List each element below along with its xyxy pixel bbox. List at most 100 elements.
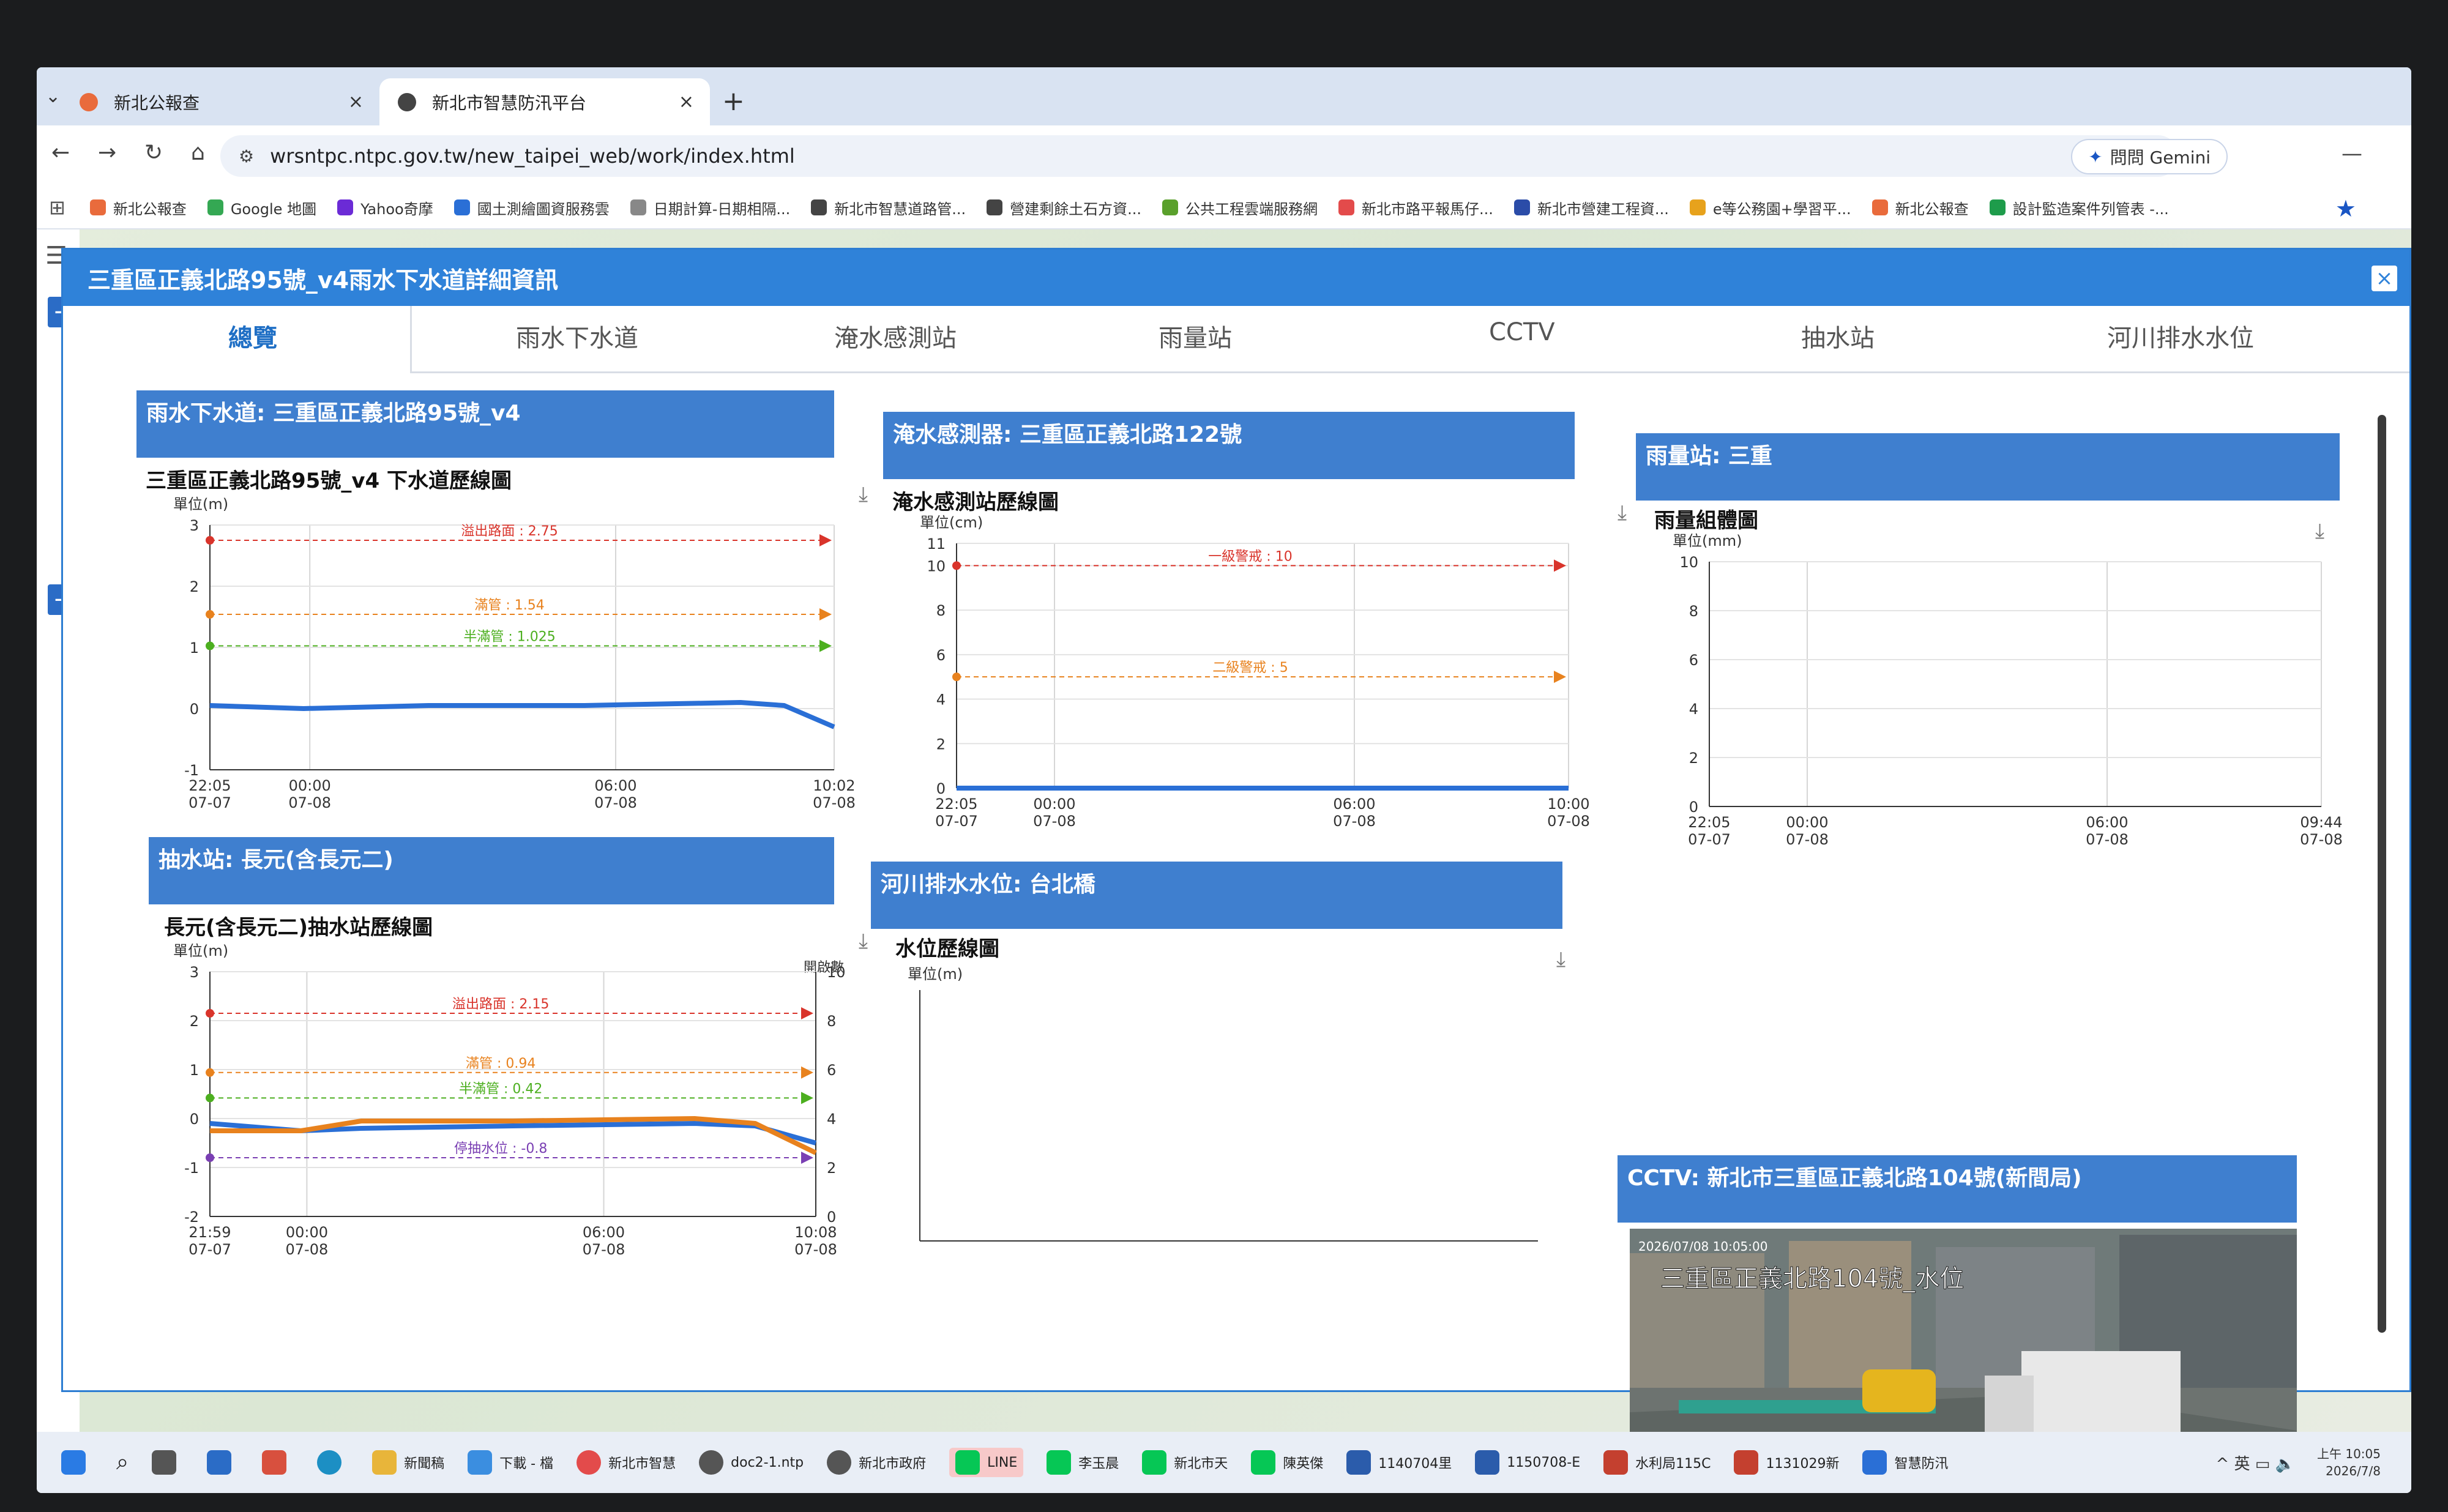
windows-taskbar: ⌕ 新聞稿 下載 - 檔 新北市智慧 doc2-1.ntp 新北市政府 LINE… (37, 1432, 2411, 1493)
taskbar-app[interactable]: 1131029新 (1734, 1450, 1839, 1475)
x-tick-label: 00:00 (1033, 795, 1075, 813)
clock-time: 上午 10:05 (2317, 1447, 2381, 1461)
taskbar-app[interactable]: 水利局115C (1603, 1450, 1711, 1475)
taskbar-app[interactable]: 1140704里 (1346, 1450, 1452, 1475)
dialog-tabs: 總覽 雨水下水道 淹水感測站 雨量站 CCTV 抽水站 河川排水水位 (63, 306, 2409, 373)
bookmark-item[interactable]: 新北市路平報馬仔... (1338, 197, 1493, 218)
site-info-icon[interactable]: ⚙ (239, 146, 254, 166)
y-tick-label: 6 (1689, 652, 1698, 669)
taskbar-app[interactable]: 新北市天 (1142, 1450, 1228, 1475)
x-tick-label: 00:00 (286, 1224, 328, 1241)
snipping-icon[interactable] (262, 1450, 294, 1475)
home-icon[interactable]: ⌂ (191, 140, 205, 165)
river-panel-header: 河川排水水位: 台北橋 (871, 862, 1562, 929)
bookmark-item[interactable]: 日期計算-日期相隔... (630, 197, 790, 218)
tab-flood-sensor[interactable]: 淹水感測站 (834, 318, 957, 354)
x-tick-date: 07-08 (2086, 831, 2129, 848)
taskbar-app[interactable]: 李玉晨 (1047, 1450, 1119, 1475)
y-tick-label: -1 (184, 762, 199, 779)
y-tick-label: 0 (190, 1111, 199, 1128)
bookmark-item[interactable]: 新北市營建工程資... (1513, 197, 1669, 218)
taskbar-app[interactable]: 陳英傑 (1251, 1450, 1323, 1475)
x-tick-date: 07-08 (583, 1241, 625, 1258)
x-tick-date: 07-07 (188, 794, 231, 811)
bookmark-item[interactable]: 國土測繪圖資服務雲 (453, 197, 610, 218)
download-icon[interactable]: ⤓ (1618, 501, 1627, 525)
y-tick-label: 2 (190, 1013, 199, 1030)
forward-arrow-icon[interactable]: → (98, 140, 116, 165)
bookmark-item[interactable]: 新北公報查 (1871, 197, 1969, 218)
close-tab-icon[interactable]: × (348, 91, 364, 113)
y2-tick-label: 8 (827, 1013, 836, 1030)
x-tick-label: 10:02 (813, 777, 855, 794)
x-tick-label: 22:05 (188, 777, 231, 794)
notepad-icon[interactable] (207, 1450, 239, 1475)
river-chart-title: 水位歷線圖 (895, 937, 999, 961)
search-icon[interactable]: ⌕ (116, 1450, 129, 1475)
apps-grid-icon[interactable]: ⊞ (49, 196, 65, 219)
tab-search-icon[interactable]: ⌄ (45, 86, 61, 107)
taskbar-app[interactable]: 新聞稿 (372, 1450, 444, 1475)
taskbar-app[interactable]: 1150708-E (1475, 1450, 1580, 1475)
reference-marker (206, 1093, 214, 1103)
y-tick-label: 8 (1689, 603, 1698, 620)
url-input[interactable]: ⚙ wrsntpc.ntpc.gov.tw/new_taipei_web/wor… (220, 135, 2179, 177)
flood-chart-title: 淹水感測站歷線圖 (892, 490, 1059, 515)
taskbar-app[interactable]: LINE (949, 1448, 1024, 1477)
bookmark-item[interactable]: 新北公報查 (89, 197, 187, 218)
close-tab-icon[interactable]: × (679, 91, 694, 113)
system-tray[interactable]: ^ 英 ▭ 🔈 (2215, 1451, 2295, 1474)
flood-panel-header: 淹水感測器: 三重區正義北路122號 (883, 412, 1575, 479)
tab-label: 新北公報查 (114, 92, 200, 113)
gemini-button[interactable]: ✦ 問問 Gemini (2071, 139, 2228, 174)
sparkle-icon: ✦ (2088, 146, 2103, 167)
minimize-button[interactable]: — (2342, 141, 2362, 166)
browser-tab-gazette[interactable]: 新北公報查 × (61, 78, 379, 125)
tab-rain-gauge[interactable]: 雨量站 (1159, 318, 1232, 354)
reload-icon[interactable]: ↻ (144, 140, 163, 165)
x-tick-label: 06:00 (1333, 795, 1375, 813)
download-icon[interactable]: ⤓ (1556, 947, 1565, 972)
taskbar-app[interactable]: doc2-1.ntp (699, 1450, 804, 1475)
taskbar-app[interactable]: 新北市智慧 (577, 1450, 676, 1475)
start-icon[interactable] (61, 1450, 93, 1475)
bookmark-item[interactable]: 新北市智慧道路管... (811, 197, 966, 218)
tab-river-level[interactable]: 河川排水水位 (2107, 318, 2254, 354)
close-dialog-button[interactable]: × (2372, 266, 2397, 291)
x-tick-date: 07-07 (1688, 831, 1731, 848)
pump-chart: 單位(m)開啟數-2-10123024681021:5907-0700:0007… (173, 942, 846, 1258)
tab-overview[interactable]: 總覽 (228, 318, 277, 354)
taskbar-clock[interactable]: 上午 10:05 2026/7/8 (2317, 1445, 2381, 1480)
sewer-panel-header: 雨水下水道: 三重區正義北路95號_v4 (136, 390, 834, 458)
bookmark-item[interactable]: Google 地圖 (207, 197, 316, 218)
bookmark-item[interactable]: 公共工程雲端服務網 (1162, 197, 1318, 218)
bookmark-star-icon[interactable]: ★ (2335, 195, 2356, 222)
browser-tab-flood-platform[interactable]: 新北市智慧防汛平台 × (379, 78, 710, 125)
bookmark-item[interactable]: 設計監造案件列管表 -... (1989, 197, 2169, 218)
globe-icon (398, 92, 416, 111)
dialog-scrollbar[interactable] (2378, 415, 2386, 1333)
y-tick-label: 10 (1679, 554, 1698, 571)
tab-cctv[interactable]: CCTV (1489, 318, 1555, 346)
cctv-video-feed[interactable]: 2026/07/08 10:05:00 三重區正義北路104號_水位 (1630, 1229, 2297, 1432)
y-tick-label: -1 (184, 1160, 199, 1177)
edge-icon[interactable] (317, 1450, 349, 1475)
tab-sewer[interactable]: 雨水下水道 (516, 318, 638, 354)
bookmark-item[interactable]: e等公務園+學習平... (1689, 197, 1851, 218)
y2-tick-label: 0 (827, 1208, 836, 1226)
taskbar-app[interactable]: 新北市政府 (827, 1450, 926, 1475)
taskbar-app[interactable]: 智慧防汛 (1862, 1450, 1948, 1475)
unit-label: 單位(m) (173, 496, 228, 513)
reference-marker (206, 610, 214, 619)
y-tick-label: 0 (1689, 799, 1698, 816)
bookmark-item[interactable]: 營建剩餘土石方資... (987, 197, 1141, 218)
taskbar-app[interactable]: 下載 - 檔 (468, 1450, 553, 1475)
reference-arrow (801, 1066, 813, 1079)
x-tick-date: 07-07 (188, 1241, 231, 1258)
y2-tick-label: 4 (827, 1111, 836, 1128)
back-arrow-icon[interactable]: ← (51, 140, 70, 165)
tab-pump-station[interactable]: 抽水站 (1801, 318, 1875, 354)
calculator-icon[interactable] (152, 1450, 184, 1475)
bookmark-item[interactable]: Yahoo奇摩 (337, 197, 433, 218)
new-tab-button[interactable]: + (722, 86, 745, 117)
